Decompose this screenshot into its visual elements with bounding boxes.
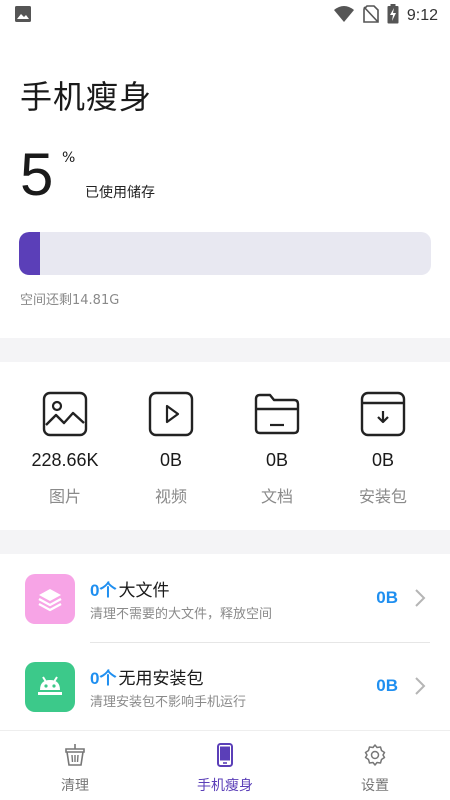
list-title: 0个 大文件: [90, 576, 169, 601]
gear-icon: [363, 743, 387, 771]
picture-icon: [41, 390, 89, 438]
category-row: 228.66K 图片 0B 视频 0B 文档 0B 安装包: [0, 362, 450, 530]
list-description: 清理不需要的大文件，释放空间: [90, 607, 273, 622]
category-label: 安装包: [358, 487, 407, 506]
install-package-icon: [359, 390, 407, 438]
video-icon: [147, 390, 195, 438]
chevron-right-icon: [414, 588, 426, 612]
list-description: 清理安装包不影响手机运行: [90, 695, 247, 710]
category-label: 视频: [154, 487, 187, 506]
nav-label: 手机瘦身: [197, 778, 253, 794]
category-install-packages[interactable]: 0B 安装包: [330, 362, 436, 530]
nav-item-phone-slim[interactable]: 手机瘦身: [150, 731, 300, 800]
storage-usage: 5 % 已使用储存: [20, 140, 155, 210]
status-left: [14, 5, 32, 27]
category-videos[interactable]: 0B 视频: [118, 362, 224, 530]
layers-icon: [25, 574, 75, 624]
category-documents[interactable]: 0B 文档: [224, 362, 330, 530]
list-title-text: 无用安装包: [118, 669, 204, 689]
chevron-right-icon: [414, 676, 426, 700]
section-divider: [0, 530, 450, 554]
status-right: 9:12: [333, 4, 438, 28]
list-title: 0个 无用安装包: [90, 664, 203, 689]
nav-label: 清理: [61, 778, 89, 794]
storage-progress-bar: [19, 232, 431, 275]
nav-item-settings[interactable]: 设置: [300, 731, 450, 800]
storage-progress-fill: [19, 232, 40, 275]
list-size: 0B: [376, 676, 398, 695]
list-item-useless-packages[interactable]: 0个 无用安装包 清理安装包不影响手机运行 0B: [0, 643, 450, 731]
folder-icon: [253, 390, 301, 438]
no-sim-icon: [363, 5, 379, 27]
usage-percent-number: 5: [20, 141, 54, 208]
category-value: 0B: [265, 450, 289, 470]
image-icon: [14, 5, 32, 27]
list-item-large-files[interactable]: 0个 大文件 清理不需要的大文件，释放空间 0B: [0, 555, 450, 643]
phone-icon: [215, 743, 235, 771]
list-count: 0个: [90, 669, 117, 688]
list-title-text: 大文件: [118, 581, 170, 601]
section-divider: [0, 338, 450, 362]
nav-item-clean[interactable]: 清理: [0, 731, 150, 800]
category-value: 0B: [371, 450, 395, 470]
nav-label: 设置: [361, 778, 389, 794]
status-time: 9:12: [406, 7, 438, 24]
list-count: 0个: [90, 581, 117, 600]
page-title: 手机瘦身: [20, 78, 153, 116]
bottom-nav: 清理 手机瘦身 设置: [0, 730, 450, 800]
category-value: 0B: [159, 450, 183, 470]
list-size: 0B: [376, 588, 398, 607]
battery-charging-icon: [387, 4, 399, 28]
basket-icon: [62, 743, 88, 771]
wifi-icon: [333, 5, 355, 27]
category-label: 文档: [260, 487, 293, 506]
category-label: 图片: [48, 487, 81, 506]
status-bar: 9:12: [0, 0, 450, 32]
category-value: 228.66K: [31, 450, 99, 470]
usage-label: 已使用储存: [85, 185, 155, 201]
android-icon: [25, 662, 75, 712]
category-pictures[interactable]: 228.66K 图片: [12, 362, 118, 530]
space-remaining: 空间还剩14.81G: [20, 293, 120, 308]
usage-percent-sign: %: [62, 150, 76, 166]
